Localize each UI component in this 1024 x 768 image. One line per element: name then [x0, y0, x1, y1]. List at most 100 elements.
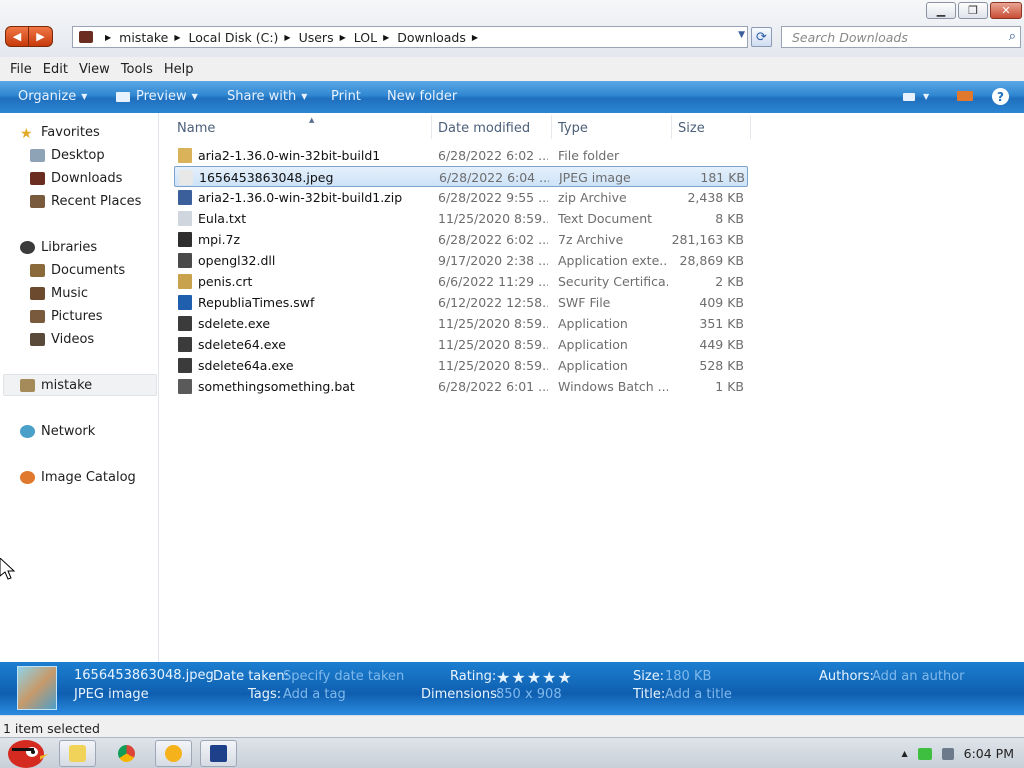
menu-help[interactable]: Help: [159, 62, 200, 77]
clock[interactable]: 6:04 PM: [964, 746, 1014, 761]
print-button[interactable]: Print: [331, 89, 361, 104]
breadcrumb-separator[interactable]: ▶: [284, 33, 290, 42]
taskbar-messenger[interactable]: [155, 740, 192, 767]
network-status-icon[interactable]: [917, 747, 932, 760]
maximize-button[interactable]: ❐: [958, 2, 988, 19]
address-bar[interactable]: ▶ mistake ▶ Local Disk (C:) ▶ Users ▶ LO…: [72, 26, 748, 48]
nav-recent-places-label: Recent Places: [51, 194, 142, 209]
file-row[interactable]: RepubliaTimes.swf 6/12/2022 12:58... SWF F…: [174, 292, 748, 313]
file-size: 28,869 KB: [679, 253, 744, 268]
share-with-button[interactable]: Share with ▼: [227, 89, 307, 104]
refresh-button[interactable]: ⟳: [751, 27, 772, 47]
breadcrumb-separator[interactable]: ▶: [383, 33, 389, 42]
date-taken-value[interactable]: Specify date taken: [283, 669, 404, 684]
column-header-size[interactable]: Size: [672, 117, 750, 139]
column-header-date[interactable]: Date modified: [432, 117, 550, 139]
close-button[interactable]: ✕: [990, 2, 1022, 19]
nav-buttons: ◀ ▶: [5, 26, 53, 47]
preview-button[interactable]: Preview ▼: [116, 89, 198, 104]
taskbar-chrome[interactable]: [108, 740, 145, 767]
file-row[interactable]: 1656453863048.jpeg 6/28/2022 6:04 ... JPEG…: [174, 166, 748, 187]
menu-view[interactable]: View: [74, 62, 116, 77]
file-row[interactable]: opengl32.dll 9/17/2020 2:38 ... Applicatio…: [174, 250, 748, 271]
search-input[interactable]: Search Downloads ⌕: [781, 26, 1021, 48]
authors-label: Authors:: [819, 669, 874, 684]
file-row[interactable]: Eula.txt 11/25/2020 8:59... Text Document 8…: [174, 208, 748, 229]
file-row[interactable]: sdelete64a.exe 11/25/2020 8:59... Applicat…: [174, 355, 748, 376]
sort-up-icon: ▲: [309, 116, 315, 124]
new-folder-button[interactable]: New folder: [387, 89, 457, 104]
breadcrumb-separator[interactable]: ▶: [174, 33, 180, 42]
file-row[interactable]: penis.crt 6/6/2022 11:29 ... Security Cert…: [174, 271, 748, 292]
nav-libraries[interactable]: Libraries: [20, 240, 97, 255]
column-header-name[interactable]: Name ▲: [171, 116, 431, 139]
organize-button[interactable]: Organize ▼: [18, 89, 87, 104]
smiley-icon: [165, 745, 182, 762]
breadcrumb-separator[interactable]: ▶: [472, 33, 478, 42]
file-row[interactable]: sdelete64.exe 11/25/2020 8:59... Applicati…: [174, 334, 748, 355]
nav-documents[interactable]: Documents: [30, 263, 125, 278]
nav-downloads-label: Downloads: [51, 171, 123, 186]
search-icon[interactable]: ⌕: [1009, 29, 1016, 44]
print-label: Print: [331, 89, 361, 104]
file-row[interactable]: somethingsomething.bat 6/28/2022 6:01 ...…: [174, 376, 748, 397]
volume-icon[interactable]: [941, 747, 954, 760]
file-row[interactable]: mpi.7z 6/28/2022 6:02 ... 7z Archive 281,16…: [174, 229, 748, 250]
nav-homegroup[interactable]: mistake: [20, 378, 92, 393]
music-icon: [30, 287, 45, 300]
forward-button[interactable]: ▶: [29, 26, 53, 47]
share-with-label: Share with: [227, 89, 297, 104]
authors-value[interactable]: Add an author: [872, 669, 964, 684]
file-name: sdelete.exe: [198, 316, 271, 331]
breadcrumb-local-disk[interactable]: Local Disk (C:): [189, 30, 279, 45]
minimize-button[interactable]: ▁: [926, 2, 956, 19]
nav-documents-label: Documents: [51, 263, 126, 278]
file-row[interactable]: aria2-1.36.0-win-32bit-build1.zip 6/28/20…: [174, 187, 748, 208]
file-row[interactable]: sdelete.exe 11/25/2020 8:59... Application…: [174, 313, 748, 334]
breadcrumb-separator[interactable]: ▶: [105, 33, 111, 42]
nav-music[interactable]: Music: [30, 286, 88, 301]
help-icon[interactable]: ?: [992, 88, 1009, 105]
menu-file[interactable]: File: [5, 62, 38, 77]
file-row[interactable]: aria2-1.36.0-win-32bit-build1 6/28/2022 6…: [174, 145, 748, 166]
preview-pane-button[interactable]: [957, 91, 973, 101]
breadcrumb-downloads[interactable]: Downloads: [397, 30, 466, 45]
back-button[interactable]: ◀: [5, 26, 29, 47]
column-header-type[interactable]: Type: [552, 117, 670, 139]
mouse-cursor-icon: [0, 558, 16, 580]
menu-edit[interactable]: Edit: [38, 62, 74, 77]
breadcrumb-separator[interactable]: ▶: [340, 33, 346, 42]
preview-icon: [116, 91, 130, 102]
file-icon: [178, 295, 192, 310]
system-tray: ▲ 6:04 PM: [901, 746, 1014, 761]
nav-network[interactable]: Network: [20, 424, 95, 439]
nav-desktop[interactable]: Desktop: [30, 148, 105, 163]
nav-image-catalog[interactable]: Image Catalog: [20, 470, 136, 485]
title-value[interactable]: Add a title: [665, 687, 732, 702]
nav-downloads[interactable]: Downloads: [30, 171, 122, 186]
rating-stars[interactable]: ★★★★★: [496, 668, 573, 687]
file-name: opengl32.dll: [198, 253, 276, 268]
tray-expand-icon[interactable]: ▲: [901, 749, 907, 758]
taskbar-app[interactable]: [200, 740, 237, 767]
breadcrumb-users[interactable]: Users: [299, 30, 334, 45]
breadcrumb-lol[interactable]: LOL: [354, 30, 377, 45]
nav-pictures[interactable]: Pictures: [30, 309, 102, 324]
start-button[interactable]: [4, 730, 48, 768]
nav-favorites[interactable]: ★ Favorites: [20, 125, 100, 142]
column-divider[interactable]: [750, 115, 751, 139]
nav-favorites-label: Favorites: [41, 125, 100, 140]
file-name: aria2-1.36.0-win-32bit-build1: [198, 148, 381, 163]
taskbar-explorer[interactable]: [59, 740, 96, 767]
file-date: 6/6/2022 11:29 ...: [438, 274, 548, 289]
address-dropdown-icon[interactable]: ▼: [738, 30, 745, 40]
file-size: 281,163 KB: [671, 232, 744, 247]
tags-value[interactable]: Add a tag: [283, 687, 346, 702]
nav-videos[interactable]: Videos: [30, 332, 94, 347]
breadcrumb-mistake[interactable]: mistake: [119, 30, 168, 45]
menu-tools[interactable]: Tools: [116, 62, 159, 77]
change-view-button[interactable]: ▼: [903, 92, 929, 101]
file-size: 409 KB: [699, 295, 744, 310]
column-size-label: Size: [678, 120, 705, 136]
nav-recent-places[interactable]: Recent Places: [30, 194, 141, 209]
